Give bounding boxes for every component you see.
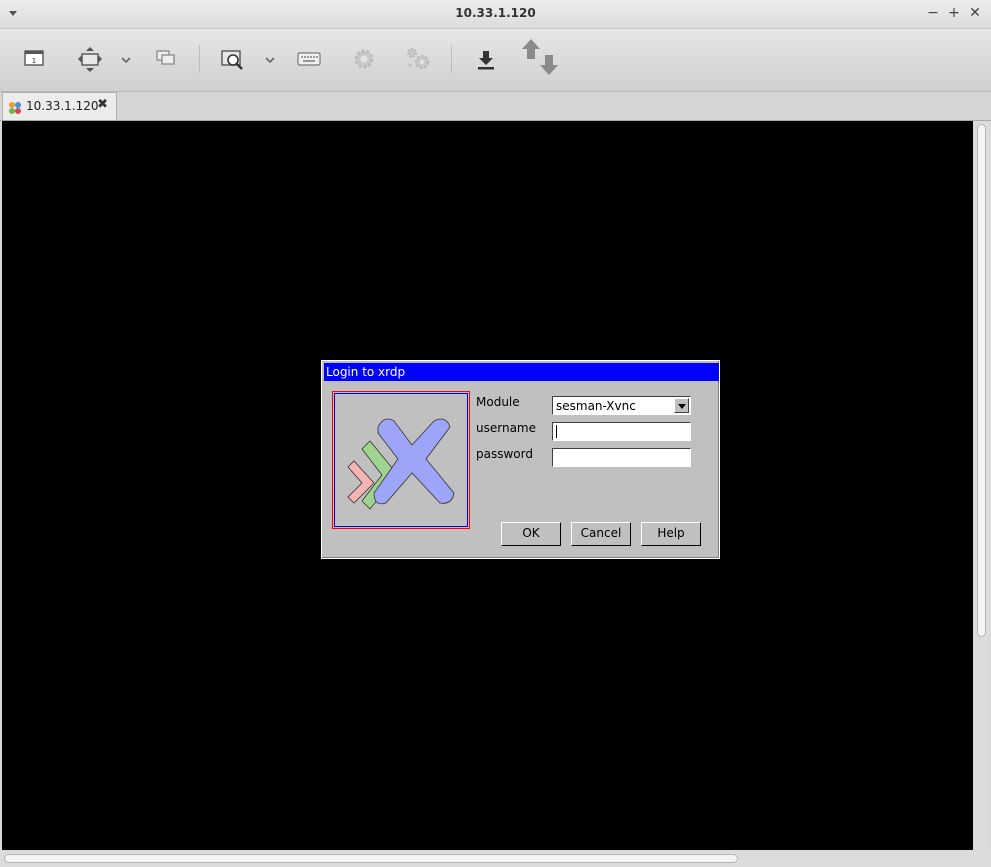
download-icon[interactable] (470, 43, 502, 75)
horizontal-scroll-thumb[interactable] (4, 854, 738, 863)
text-cursor (556, 425, 557, 438)
toolbar: 1 (0, 29, 991, 92)
cancel-button[interactable]: Cancel (571, 522, 631, 546)
remmina-connection-icon (7, 100, 23, 116)
window-title: 10.33.1.120 (455, 6, 536, 20)
tab-remote-session[interactable]: 10.33.1.120 ✖ (2, 92, 117, 120)
toolbar-separator (451, 45, 452, 73)
tab-bar: 10.33.1.120 ✖ (0, 92, 991, 121)
dropdown-chevron-icon[interactable] (114, 43, 138, 75)
transfer-arrows-icon[interactable] (518, 39, 566, 75)
fit-window-icon[interactable] (74, 43, 106, 75)
help-button[interactable]: Help (641, 522, 701, 546)
vertical-scroll-thumb[interactable] (977, 124, 986, 637)
dialog-titlebar[interactable]: Login to xrdp (324, 363, 719, 381)
xrdp-logo (332, 391, 470, 529)
password-field[interactable] (552, 448, 691, 467)
tab-close-icon[interactable]: ✖ (97, 97, 108, 112)
ok-button[interactable]: OK (501, 522, 561, 546)
window-titlebar: 10.33.1.120 − + ✕ (0, 0, 991, 29)
toolbar-separator (199, 45, 200, 73)
multi-monitor-icon[interactable] (150, 43, 182, 75)
connection-screen-icon[interactable]: 1 (18, 43, 50, 75)
chevron-down-icon[interactable] (674, 398, 689, 413)
maximize-button[interactable]: + (945, 4, 963, 22)
minimize-button[interactable]: − (924, 4, 942, 22)
horizontal-scrollbar[interactable] (0, 851, 991, 867)
module-select-value: sesman-Xvnc (556, 399, 636, 413)
svg-text:1: 1 (32, 57, 36, 65)
module-select[interactable]: sesman-Xvnc (552, 396, 691, 415)
username-label: username (476, 421, 536, 435)
close-window-button[interactable]: ✕ (966, 4, 984, 22)
module-label: Module (476, 395, 520, 409)
preferences-gear-icon[interactable] (348, 43, 380, 75)
scale-zoom-icon[interactable] (216, 43, 248, 75)
tab-label: 10.33.1.120 (26, 99, 99, 113)
dialog-title: Login to xrdp (326, 365, 406, 379)
password-label: password (476, 447, 533, 461)
vertical-scrollbar[interactable] (974, 121, 989, 850)
dropdown-chevron-icon[interactable] (258, 43, 282, 75)
tools-gears-icon[interactable] (402, 43, 434, 75)
username-field[interactable] (552, 422, 691, 441)
xrdp-login-dialog: Login to xrdp Module sesman-Xvnc usernam… (321, 360, 720, 559)
keyboard-icon[interactable] (293, 43, 325, 75)
